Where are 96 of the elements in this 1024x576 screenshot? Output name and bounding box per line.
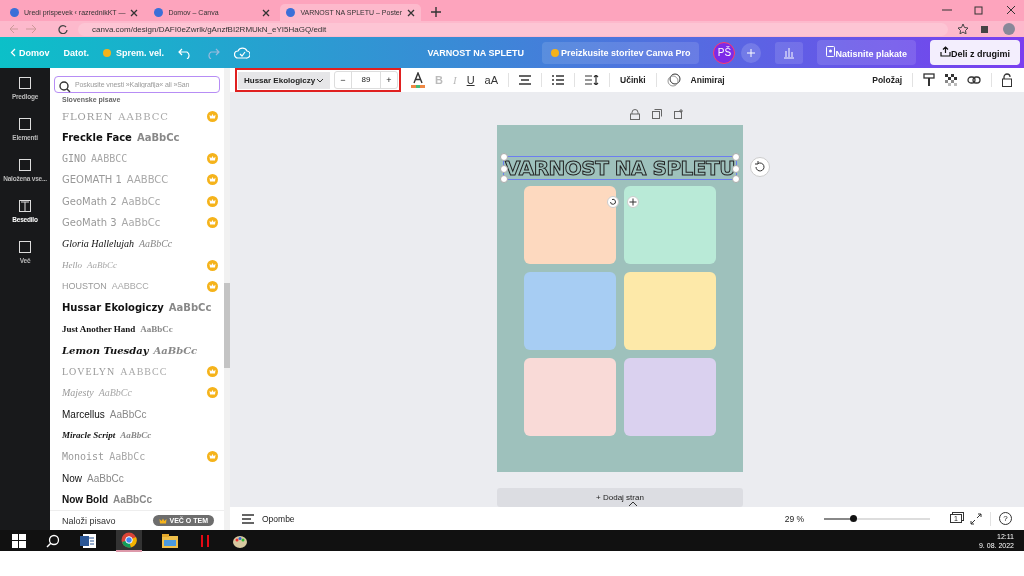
back-chevron-icon xyxy=(10,48,16,57)
crown-icon xyxy=(159,517,168,524)
notes-icon[interactable] xyxy=(242,513,254,524)
text-icon xyxy=(18,199,32,213)
document-app-icon[interactable] xyxy=(80,532,96,549)
crown-icon xyxy=(207,174,218,186)
format-button[interactable]: aA xyxy=(484,74,499,86)
caret-icon xyxy=(316,77,324,83)
user-avatar[interactable]: PŠ xyxy=(713,41,736,64)
font-size-field[interactable]: 89 xyxy=(351,72,381,88)
rotate-icon[interactable] xyxy=(607,196,619,208)
print-button[interactable]: Natisnite plakate xyxy=(817,40,916,65)
crown-icon xyxy=(207,280,218,292)
crown-icon xyxy=(207,451,218,463)
cloud-icon[interactable] xyxy=(234,45,251,60)
site-icon xyxy=(286,8,296,17)
paint-roller-icon[interactable] xyxy=(923,73,935,87)
link-icon[interactable] xyxy=(967,75,981,85)
undo-icon[interactable] xyxy=(178,46,193,59)
folder-icon[interactable] xyxy=(162,533,178,548)
move-icon[interactable] xyxy=(627,196,639,208)
lock-icon[interactable] xyxy=(1002,73,1012,87)
site-icon xyxy=(10,8,19,17)
crown-icon xyxy=(207,366,218,378)
search-icon[interactable] xyxy=(46,533,60,548)
share-button[interactable]: Deli z drugimi xyxy=(930,40,1020,65)
font-option[interactable]: Miracle Script AaBbCc xyxy=(62,424,224,447)
add-icon[interactable] xyxy=(741,42,762,63)
poster-title[interactable]: VARNOST NA SPLETU xyxy=(505,157,735,179)
new-tab-icon[interactable] xyxy=(431,7,442,17)
spacing-icon[interactable] xyxy=(585,75,600,85)
font-option[interactable]: Gloria Hallelujah AaBbCc xyxy=(62,233,224,255)
effects-button[interactable]: Učinki xyxy=(620,75,646,85)
restore-icon[interactable] xyxy=(974,5,984,15)
increase-button[interactable]: + xyxy=(381,72,397,88)
decrease-button[interactable]: − xyxy=(335,72,351,88)
zoom-level: 29 % xyxy=(784,513,805,524)
zoom-slider[interactable] xyxy=(824,517,931,520)
color-card[interactable] xyxy=(624,186,716,264)
design-title[interactable]: VARNOST NA SPLETU xyxy=(427,47,524,58)
color-card[interactable] xyxy=(524,358,616,436)
close-icon[interactable] xyxy=(407,8,416,17)
color-card[interactable] xyxy=(524,186,616,264)
add-page-button[interactable]: + Dodaj stran xyxy=(497,488,743,507)
crown-icon xyxy=(207,153,218,165)
color-card[interactable] xyxy=(624,272,716,350)
slider-thumb[interactable] xyxy=(849,514,857,522)
upload-font-link[interactable]: Naloži pisavo xyxy=(62,515,116,526)
font-option[interactable]: Freckle Face AaBbCc xyxy=(62,126,224,148)
crown-icon xyxy=(207,387,218,399)
list-icon[interactable] xyxy=(552,75,565,85)
color-card[interactable] xyxy=(524,272,616,350)
crown-icon xyxy=(207,217,218,228)
close-icon[interactable] xyxy=(1006,5,1016,15)
rotate-icon[interactable] xyxy=(749,157,770,177)
browser-app-icon[interactable] xyxy=(116,529,142,552)
insights-icon[interactable] xyxy=(775,41,804,64)
align-center-icon[interactable] xyxy=(519,75,532,85)
format-button[interactable]: U xyxy=(466,74,475,86)
font-option[interactable]: Now Bold AaBbCc xyxy=(62,488,224,511)
close-icon[interactable] xyxy=(130,8,139,17)
crown-icon xyxy=(207,195,218,207)
font-dropdown[interactable]: Hussar Ekologiczy xyxy=(238,71,330,89)
poster-icon xyxy=(826,46,836,57)
panel-icon xyxy=(18,117,32,131)
pro-trial-button[interactable]: Preizkusite storitev Canva Pro xyxy=(541,41,700,64)
font-option[interactable]: Marcellus AaBbCc xyxy=(62,403,224,425)
panel-icon xyxy=(18,240,32,254)
add-page-icon[interactable] xyxy=(674,109,684,119)
copy-icon[interactable] xyxy=(652,109,662,119)
font-option[interactable]: Lemon Tuesday AaBbCc xyxy=(62,339,224,361)
panel-icon xyxy=(18,158,32,172)
position-button[interactable]: Položaj xyxy=(872,75,902,85)
text-color-icon[interactable] xyxy=(411,72,425,88)
panel-icon xyxy=(18,76,32,90)
animate-button[interactable]: Animiraj xyxy=(690,75,725,85)
close-icon[interactable] xyxy=(262,8,271,17)
font-option[interactable]: Just Another Hand AaBbCc xyxy=(62,318,224,340)
windows-start-icon[interactable] xyxy=(12,533,26,548)
reload-icon[interactable] xyxy=(58,24,68,34)
notes-button[interactable]: Opombe xyxy=(262,513,295,524)
upload-icon xyxy=(940,46,951,57)
caret-icon[interactable] xyxy=(628,501,638,507)
puzzle-icon[interactable] xyxy=(980,24,990,34)
address-bar[interactable]: canva.com/design/DAFI0eZwrlk/gAnzfBI2RMUkN_eYI5HaGQ/edit xyxy=(78,22,948,36)
crown-icon xyxy=(207,259,218,271)
transparency-icon[interactable] xyxy=(945,74,957,86)
star-icon[interactable] xyxy=(958,24,968,34)
site-icon xyxy=(154,8,164,17)
scrollbar-thumb[interactable] xyxy=(224,283,230,368)
animate-icon[interactable] xyxy=(666,73,681,87)
crown-icon xyxy=(207,110,218,122)
font-option[interactable]: Now AaBbCc xyxy=(62,467,224,489)
color-card[interactable] xyxy=(624,358,716,436)
font-option[interactable]: Hussar Ekologiczy AaBbCc xyxy=(62,297,224,319)
fullscreen-icon[interactable] xyxy=(970,512,982,525)
